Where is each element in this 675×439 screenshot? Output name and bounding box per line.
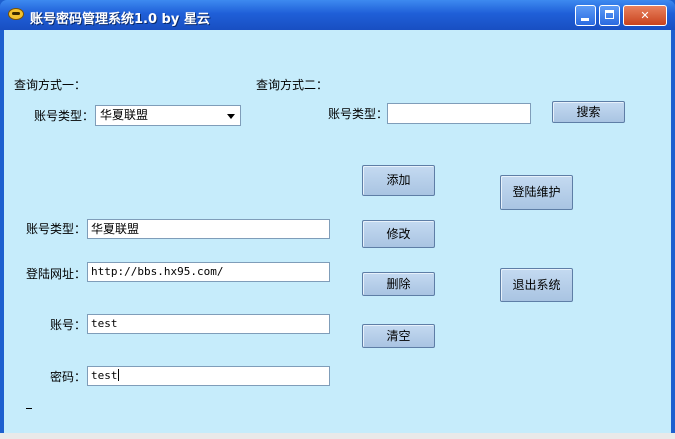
window-title: 账号密码管理系统1.0 by 星云 — [30, 12, 210, 27]
maximize-button[interactable] — [599, 5, 620, 26]
maximize-icon — [605, 10, 614, 19]
app-icon — [8, 8, 24, 20]
password-input[interactable]: test — [87, 366, 330, 386]
query2-type-input[interactable] — [387, 103, 531, 124]
delete-button[interactable]: 删除 — [362, 272, 435, 296]
account-type-selected: 华夏联盟 — [100, 108, 149, 122]
search-button[interactable]: 搜索 — [552, 101, 625, 123]
password-value: test — [91, 369, 118, 382]
login-url-input[interactable]: http://bbs.hx95.com/ — [87, 262, 330, 282]
minimize-button[interactable] — [575, 5, 596, 26]
form-password-label: 密码： — [50, 370, 87, 384]
title-bar[interactable]: 账号密码管理系统1.0 by 星云 ✕ — [0, 0, 675, 30]
clear-button[interactable]: 清空 — [362, 324, 435, 348]
form-type-input[interactable]: 华夏联盟 — [87, 219, 330, 239]
form-type-label: 账号类型： — [26, 222, 87, 236]
login-maintain-button[interactable]: 登陆维护 — [500, 175, 573, 210]
add-button[interactable]: 添加 — [362, 165, 435, 196]
account-input[interactable]: test — [87, 314, 330, 334]
account-type-select[interactable]: 华夏联盟 — [95, 105, 241, 126]
text-caret — [117, 369, 119, 381]
background-strip — [0, 433, 675, 439]
query1-heading: 查询方式一： — [14, 78, 87, 92]
edit-button[interactable]: 修改 — [362, 220, 435, 248]
app-window: 账号密码管理系统1.0 by 星云 ✕ 查询方式一： 账号类型： 华夏联盟 查询… — [0, 0, 675, 433]
chevron-down-icon[interactable] — [227, 114, 235, 119]
exit-button[interactable]: 退出系统 — [500, 268, 573, 302]
query2-type-label: 账号类型： — [328, 107, 389, 121]
close-icon: ✕ — [640, 9, 650, 22]
query1-type-label: 账号类型： — [34, 109, 95, 123]
status-dash — [26, 408, 32, 409]
query2-heading: 查询方式二： — [256, 78, 329, 92]
minimize-icon — [581, 18, 589, 21]
form-url-label: 登陆网址： — [26, 267, 87, 281]
form-account-label: 账号： — [50, 318, 87, 332]
close-button[interactable]: ✕ — [623, 5, 667, 26]
main-panel: 查询方式一： 账号类型： 华夏联盟 查询方式二： 账号类型： 搜索 添加 修改 … — [4, 30, 671, 433]
